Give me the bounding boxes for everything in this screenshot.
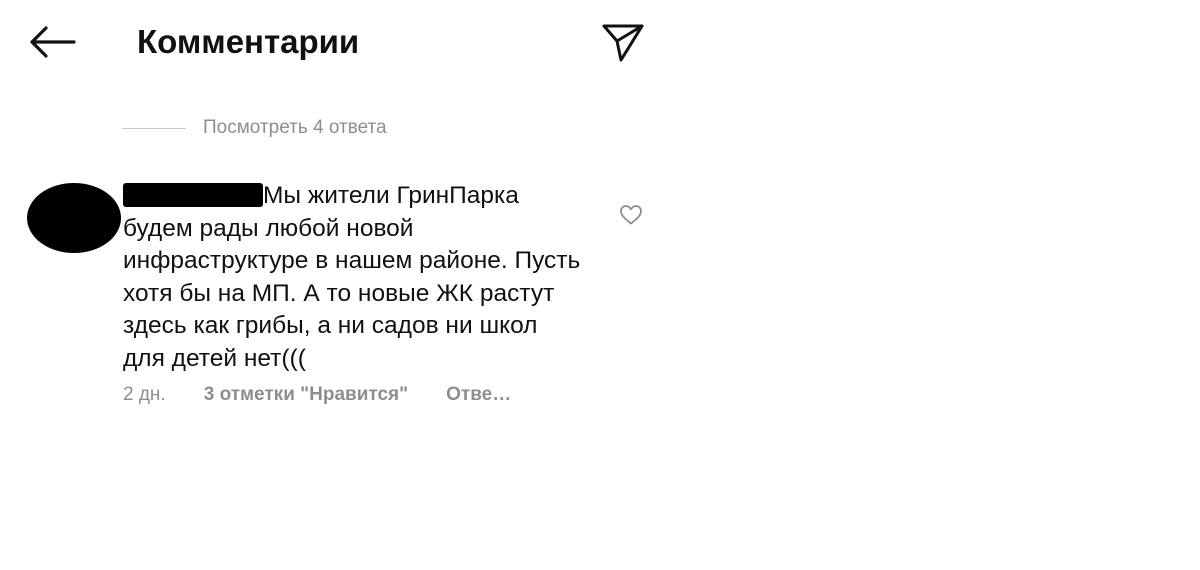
likes-count-link[interactable]: 3 отметки "Нравится" [204, 384, 408, 406]
view-replies-label: Посмотреть 4 ответа [203, 117, 387, 138]
reply-button[interactable]: Отве… [446, 384, 511, 406]
paper-plane-icon [598, 20, 648, 66]
share-button[interactable] [598, 20, 648, 66]
comment-body: Мы жители ГринПарка будем рады любой нов… [123, 180, 583, 375]
heart-outline-icon [619, 203, 643, 227]
avatar-redacted-icon [27, 183, 121, 253]
comment-time: 2 дн. [123, 384, 166, 405]
arrow-left-icon [26, 22, 78, 62]
view-replies-button[interactable]: Посмотреть 4 ответа [122, 116, 387, 140]
comment-meta: 2 дн. 3 отметки "Нравится" Отве… [123, 382, 511, 408]
username-redacted[interactable] [123, 183, 263, 207]
replies-divider [122, 127, 186, 129]
comment-text: Мы жители ГринПарка будем рады любой нов… [123, 182, 581, 372]
back-button[interactable] [26, 22, 78, 62]
like-button[interactable] [619, 203, 643, 227]
page-title: Комментарии [137, 23, 360, 60]
avatar[interactable] [26, 182, 124, 254]
